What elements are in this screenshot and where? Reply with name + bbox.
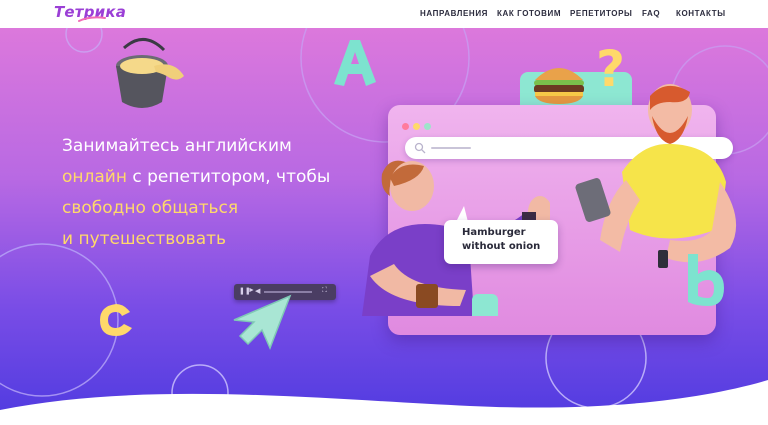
- search-icon: [414, 142, 426, 154]
- speech-bubble-line-2: without onion: [462, 241, 541, 252]
- letter-b-icon: [688, 254, 724, 306]
- hero-headline: Занимайтесь английским онлайн с репетито…: [62, 131, 382, 255]
- headline-line-4: и путешествовать: [62, 229, 227, 249]
- nav-item-faq[interactable]: FAQ: [642, 9, 660, 18]
- cursor-arrow-icon: [233, 294, 292, 350]
- fullscreen-icon[interactable]: ⛶: [322, 287, 327, 295]
- hero-section: ? Занимайтесь английским онлайн с репети…: [0, 28, 768, 425]
- logo-swoosh-icon: [78, 16, 106, 22]
- speech-bubble: Hamburger without onion: [444, 220, 558, 264]
- letter-a-icon: [334, 40, 376, 86]
- window-dots: [402, 117, 435, 135]
- paint-bucket-icon: [116, 38, 184, 108]
- nav-item-contacts[interactable]: КОНТАКТЫ: [676, 9, 726, 18]
- nav-item-tutors[interactable]: РЕПЕТИТОРЫ: [570, 9, 632, 18]
- nav-item-directions[interactable]: НАПРАВЛЕНИЯ: [420, 9, 488, 18]
- headline-line-1: Занимайтесь английским: [62, 136, 292, 156]
- headline-line-2: онлайн с репетитором, чтобы: [62, 167, 331, 187]
- letter-c-icon: [100, 304, 132, 336]
- headline-line-3: свободно общаться: [62, 198, 239, 218]
- nav-item-how-we-prepare[interactable]: КАК ГОТОВИМ: [497, 9, 561, 18]
- top-navbar: Тетрика НАПРАВЛЕНИЯ КАК ГОТОВИМ РЕПЕТИТО…: [0, 0, 768, 28]
- speech-bubble-line-1: Hamburger: [462, 227, 526, 238]
